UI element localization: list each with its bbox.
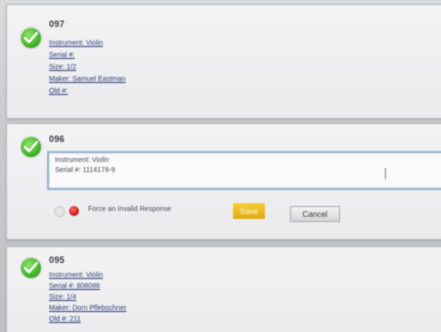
record-maker[interactable]: Maker: Dorn Pflebschner <box>49 305 126 312</box>
check-icon <box>21 137 41 157</box>
record-number: 095 <box>49 255 65 265</box>
cancel-button[interactable]: Cancel <box>290 206 340 222</box>
screen-photo: 097 Instrument: Violin Serial #: Size: 1… <box>0 0 441 332</box>
edit-line-serial: Serial #: 1114178-9 <box>55 167 116 174</box>
invalid-indicator-icon <box>69 206 79 216</box>
force-invalid-radio[interactable] <box>54 206 65 217</box>
check-icon <box>21 258 41 278</box>
text-cursor <box>385 168 386 179</box>
record-size[interactable]: Size: 1/2 <box>49 64 76 71</box>
force-invalid-label: Force an Invalid Response <box>88 206 172 213</box>
edit-line-instrument: Instrument: Violin <box>55 157 109 164</box>
record-old-number[interactable]: Old #: <box>49 88 68 95</box>
save-button[interactable]: Save <box>233 203 265 219</box>
record-instrument[interactable]: Instrument: Violin <box>49 40 103 47</box>
record-old-number[interactable]: Old #: 211 <box>49 316 81 323</box>
record-number: 097 <box>49 19 65 29</box>
record-edit-textarea[interactable]: Instrument: Violin Serial #: 1114178-9 <box>47 151 441 190</box>
record-number: 096 <box>49 134 65 144</box>
record-card-097[interactable]: 097 Instrument: Violin Serial #: Size: 1… <box>6 4 441 119</box>
record-serial[interactable]: Serial #: <box>49 52 75 59</box>
record-serial[interactable]: Serial #: 808086 <box>49 283 100 290</box>
record-maker[interactable]: Maker: Samuel Eastman <box>49 76 126 83</box>
record-instrument[interactable]: Instrument: Violin <box>49 272 103 279</box>
screen-content: 097 Instrument: Violin Serial #: Size: 1… <box>0 0 441 332</box>
record-card-096-editing[interactable]: 096 Instrument: Violin Serial #: 1114178… <box>6 123 441 240</box>
record-size[interactable]: Size: 1/4 <box>49 294 76 301</box>
check-icon <box>21 28 41 48</box>
record-card-095[interactable]: 095 Instrument: Violin Serial #: 808086 … <box>6 246 441 332</box>
